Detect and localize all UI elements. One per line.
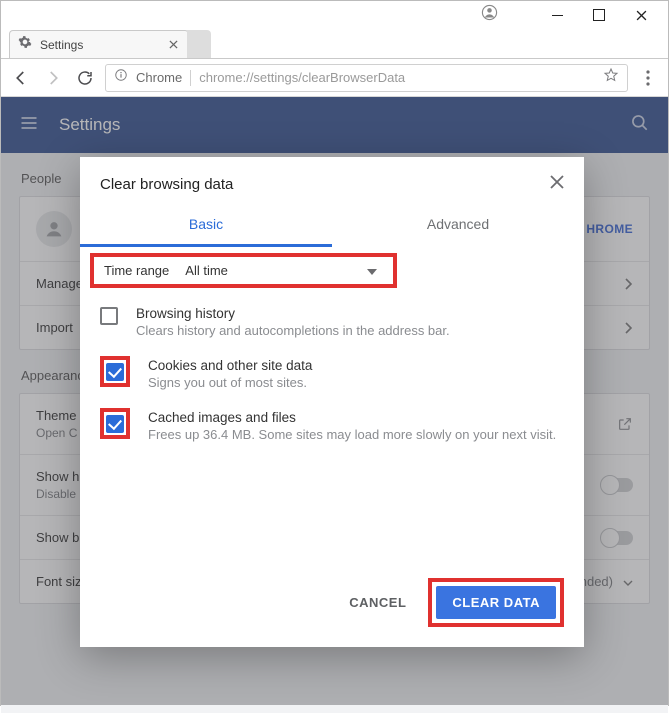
window-titlebar: [1, 1, 668, 29]
tabstrip: Settings: [1, 29, 668, 59]
checkbox[interactable]: [106, 363, 124, 381]
clear-browsing-data-dialog: Clear browsing data Basic Advanced Time …: [80, 157, 584, 647]
option-sub: Signs you out of most sites.: [148, 375, 312, 390]
window-minimize-button[interactable]: [536, 1, 578, 29]
option-title: Browsing history: [136, 306, 450, 321]
divider: [190, 70, 191, 86]
gear-icon: [18, 35, 32, 54]
option-cache[interactable]: Cached images and files Frees up 36.4 MB…: [80, 400, 584, 452]
omnibox-url: chrome://settings/clearBrowserData: [199, 70, 595, 85]
option-title: Cached images and files: [148, 410, 556, 425]
bookmark-star-icon[interactable]: [603, 67, 619, 88]
chevron-down-icon: [367, 263, 377, 278]
forward-button[interactable]: [41, 66, 65, 90]
option-cookies[interactable]: Cookies and other site data Signs you ou…: [80, 348, 584, 400]
tab-close-icon[interactable]: [169, 36, 178, 54]
tab-title: Settings: [40, 38, 83, 52]
tab-basic[interactable]: Basic: [80, 206, 332, 247]
clear-data-button[interactable]: CLEAR DATA: [436, 586, 556, 619]
reload-button[interactable]: [73, 66, 97, 90]
omnibox[interactable]: Chrome chrome://settings/clearBrowserDat…: [105, 64, 628, 92]
dialog-tabs: Basic Advanced: [80, 206, 584, 247]
window-close-button[interactable]: [620, 1, 662, 29]
window-maximize-button[interactable]: [578, 1, 620, 29]
dialog-close-button[interactable]: [550, 175, 564, 194]
cancel-button[interactable]: CANCEL: [339, 587, 416, 618]
info-icon: [114, 68, 128, 87]
option-browsing-history[interactable]: Browsing history Clears history and auto…: [80, 296, 584, 348]
time-range-select[interactable]: All time: [183, 261, 383, 280]
option-sub: Frees up 36.4 MB. Some sites may load mo…: [148, 427, 556, 442]
checkbox[interactable]: [106, 415, 124, 433]
option-title: Cookies and other site data: [148, 358, 312, 373]
time-range-label: Time range: [104, 263, 169, 278]
tab-advanced[interactable]: Advanced: [332, 206, 584, 247]
omnibox-origin-label: Chrome: [136, 70, 182, 85]
checkbox[interactable]: [100, 307, 118, 325]
new-tab-button[interactable]: [187, 30, 211, 58]
time-range-value: All time: [185, 263, 228, 278]
dialog-title: Clear browsing data: [100, 176, 233, 193]
browser-menu-button[interactable]: [636, 70, 660, 86]
browser-tab[interactable]: Settings: [9, 30, 189, 58]
option-sub: Clears history and autocompletions in th…: [136, 323, 450, 338]
account-icon[interactable]: [481, 4, 498, 26]
toolbar: Chrome chrome://settings/clearBrowserDat…: [1, 59, 668, 97]
back-button[interactable]: [9, 66, 33, 90]
